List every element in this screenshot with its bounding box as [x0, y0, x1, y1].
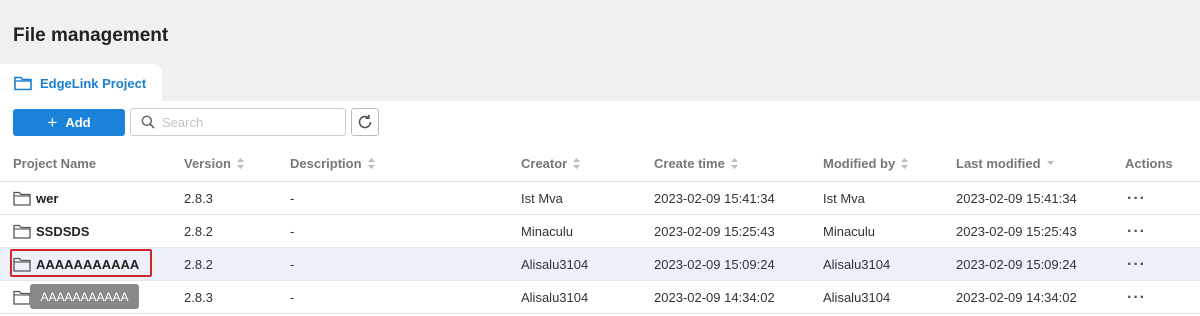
create-time-cell: 2023-02-09 15:41:34	[654, 191, 775, 206]
modified-by-cell: Alisalu3104	[823, 257, 891, 272]
sort-icon[interactable]	[730, 157, 738, 169]
version-cell: 2.8.3	[184, 191, 213, 206]
last-modified-cell: 2023-02-09 15:09:24	[956, 257, 1077, 272]
description-cell: -	[290, 191, 295, 206]
modified-by-cell: Ist Mva	[823, 191, 865, 206]
more-actions-icon[interactable]: ···	[1127, 215, 1146, 248]
tab-label: EdgeLink Project	[40, 75, 147, 91]
table-row[interactable]: AAAAAAAAAAA 2.8.2 - Alisalu3104 2023-02-…	[0, 248, 1200, 281]
sort-icon[interactable]	[573, 157, 581, 169]
folder-icon	[13, 224, 31, 239]
last-modified-cell: 2023-02-09 14:34:02	[956, 290, 1077, 305]
create-time-cell: 2023-02-09 15:25:43	[654, 224, 775, 239]
folder-icon	[13, 191, 31, 206]
search-box	[130, 108, 346, 136]
project-name-cell[interactable]: wer	[13, 182, 58, 215]
column-create-time[interactable]: Create time	[654, 144, 738, 182]
more-actions-icon[interactable]: ···	[1127, 281, 1146, 314]
page-title: File management	[13, 25, 169, 46]
table-row[interactable]: SSDSDS 2.8.2 - Minaculu 2023-02-09 15:25…	[0, 215, 1200, 248]
version-cell: 2.8.2	[184, 224, 213, 239]
folder-icon	[13, 290, 31, 305]
create-time-cell: 2023-02-09 15:09:24	[654, 257, 775, 272]
search-icon	[141, 115, 155, 129]
search-input[interactable]	[162, 114, 332, 130]
creator-cell: Minaculu	[521, 224, 574, 239]
column-last-modified[interactable]: Last modified	[956, 144, 1054, 182]
creator-cell: Alisalu3104	[521, 257, 589, 272]
table-header: Project Name Version Description Creator…	[0, 144, 1200, 182]
add-button-label: Add	[65, 115, 91, 130]
description-cell: -	[290, 224, 295, 239]
modified-by-cell: Minaculu	[823, 224, 876, 239]
sort-icon[interactable]	[367, 157, 375, 169]
last-modified-cell: 2023-02-09 15:41:34	[956, 191, 1077, 206]
refresh-button[interactable]	[351, 108, 379, 136]
column-project-name: Project Name	[13, 155, 97, 171]
creator-cell: Alisalu3104	[521, 290, 589, 305]
create-time-cell: 2023-02-09 14:34:02	[654, 290, 775, 305]
tab-edgelink-project[interactable]: EdgeLink Project	[0, 64, 162, 102]
column-modified-by[interactable]: Modified by	[823, 144, 909, 182]
last-modified-cell: 2023-02-09 15:25:43	[956, 224, 1077, 239]
selection-highlight	[10, 249, 152, 277]
description-cell: -	[290, 290, 295, 305]
project-panel: + Add Project Name Version Description C…	[0, 101, 1200, 316]
sort-icon[interactable]	[901, 157, 909, 169]
more-actions-icon[interactable]: ···	[1127, 182, 1146, 215]
description-cell: -	[290, 257, 295, 272]
project-name-cell[interactable]: SSDSDS	[13, 215, 89, 248]
version-cell: 2.8.2	[184, 257, 213, 272]
table-row[interactable]: wer 2.8.3 - Ist Mva 2023-02-09 15:41:34 …	[0, 182, 1200, 215]
column-version[interactable]: Version	[184, 144, 244, 182]
table-row[interactable]: R 2.8.3 - Alisalu3104 2023-02-09 14:34:0…	[0, 281, 1200, 314]
creator-cell: Ist Mva	[521, 191, 563, 206]
plus-icon: +	[47, 113, 58, 132]
sort-desc-icon[interactable]	[1046, 160, 1054, 166]
sort-icon[interactable]	[236, 157, 244, 169]
version-cell: 2.8.3	[184, 290, 213, 305]
column-description[interactable]: Description	[290, 144, 375, 182]
more-actions-icon[interactable]: ···	[1127, 248, 1146, 281]
column-creator[interactable]: Creator	[521, 144, 581, 182]
column-actions: Actions	[1125, 155, 1173, 171]
add-button[interactable]: + Add	[13, 109, 125, 136]
modified-by-cell: Alisalu3104	[823, 290, 891, 305]
folder-icon	[14, 76, 32, 91]
name-tooltip: AAAAAAAAAAA	[30, 284, 139, 309]
refresh-icon	[358, 114, 372, 129]
